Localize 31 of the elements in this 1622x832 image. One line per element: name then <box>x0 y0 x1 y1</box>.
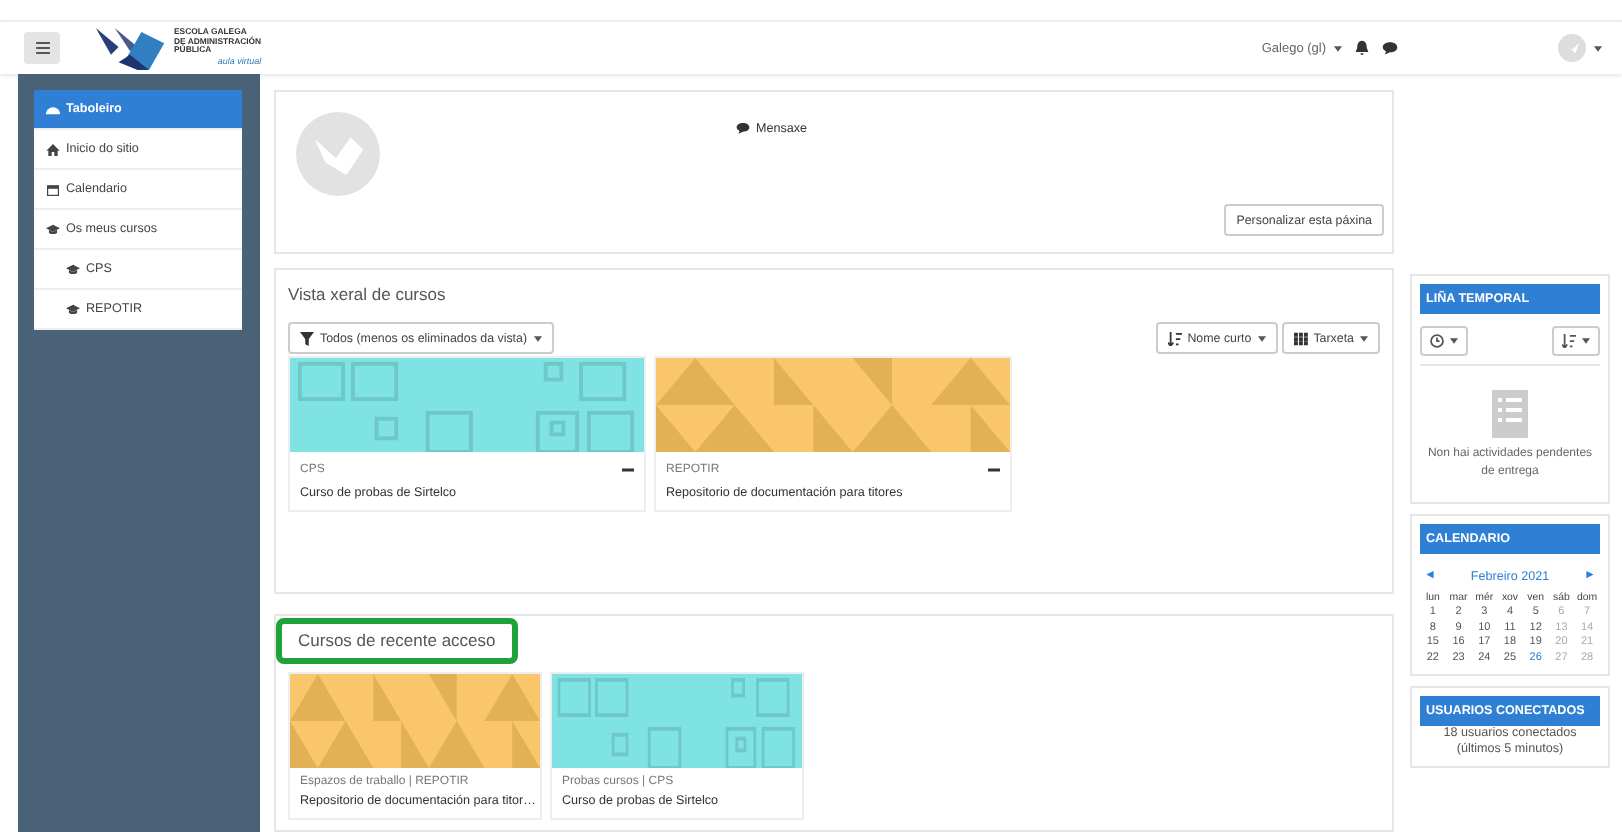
caret-icon <box>1582 338 1590 344</box>
calendar-icon <box>46 183 60 195</box>
caret-icon <box>1257 335 1266 342</box>
bell-icon[interactable] <box>1354 40 1370 56</box>
menu-icon <box>35 42 49 54</box>
sort-icon <box>1562 334 1576 348</box>
more-options-icon[interactable] <box>622 468 634 473</box>
dashboard-icon <box>46 103 60 115</box>
filter-button[interactable] <box>1420 326 1468 356</box>
grid-icon <box>1293 331 1308 346</box>
graduation-cap-icon <box>66 303 80 315</box>
sort-icon <box>1167 331 1182 346</box>
menu-button[interactable] <box>24 32 60 64</box>
section-title: Cursos de recente acceso <box>298 630 496 650</box>
clock-icon <box>1430 334 1444 348</box>
chat-icon[interactable] <box>1382 40 1398 56</box>
caret-icon <box>1360 335 1368 342</box>
caret-icon <box>1594 45 1602 51</box>
section-title: Vista xeral de cursos <box>288 282 448 307</box>
caret-icon <box>533 335 542 342</box>
chat-icon <box>736 122 750 134</box>
graduation-cap-icon <box>66 263 80 275</box>
avatar-icon <box>296 112 380 196</box>
document-list-icon <box>1492 390 1528 438</box>
graduation-cap-icon <box>46 223 60 235</box>
sort-button[interactable] <box>1552 326 1600 356</box>
filter-icon <box>300 331 314 346</box>
home-icon <box>46 143 60 155</box>
caret-icon <box>1334 45 1342 51</box>
caret-icon <box>1450 338 1458 344</box>
more-options-icon[interactable] <box>988 468 1000 473</box>
